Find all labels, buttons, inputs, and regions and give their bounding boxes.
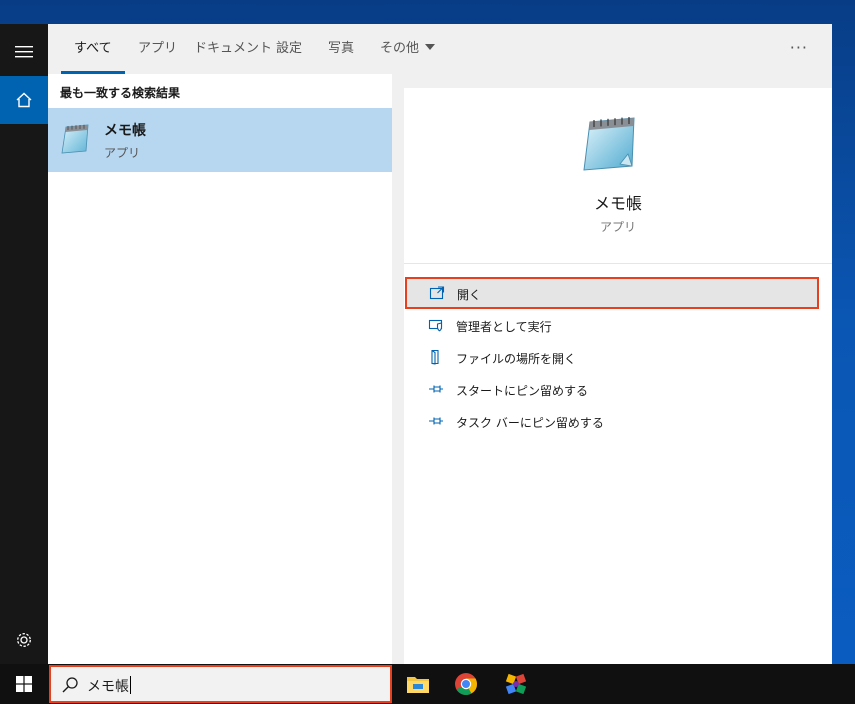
search-box[interactable]: メモ帳 xyxy=(49,665,392,703)
tab-documents[interactable]: ドキュメント xyxy=(194,24,272,74)
notepad-icon xyxy=(61,124,89,154)
tab-photos[interactable]: 写真 xyxy=(328,24,354,74)
settings-button[interactable] xyxy=(0,616,48,664)
action-pin-to-taskbar[interactable]: タスク バーにピン留めする xyxy=(404,405,832,437)
pin-icon xyxy=(429,385,443,393)
app-type: アプリ xyxy=(599,220,636,234)
action-open-file-location[interactable]: ファイルの場所を開く xyxy=(404,341,832,373)
section-label: 最も一致する検索結果 xyxy=(60,86,181,100)
best-match-type: アプリ xyxy=(104,146,141,160)
tab-settings[interactable]: 設定 xyxy=(276,24,302,74)
file-explorer-icon xyxy=(407,677,429,693)
notepad-large-icon xyxy=(583,117,635,171)
open-icon xyxy=(429,286,445,300)
search-icon xyxy=(62,677,78,693)
taskbar-chrome[interactable] xyxy=(446,668,486,700)
chevron-down-icon xyxy=(425,44,436,50)
action-run-as-admin[interactable]: 管理者として実行 xyxy=(404,309,832,341)
app-name: メモ帳 xyxy=(593,194,642,213)
start-rail xyxy=(0,24,48,664)
hamburger-icon xyxy=(15,46,33,58)
pin-icon xyxy=(429,417,443,425)
settings-app-icon xyxy=(505,673,527,695)
text-caret xyxy=(130,676,131,694)
taskbar-app[interactable] xyxy=(496,668,536,700)
home-button[interactable] xyxy=(0,76,48,124)
search-panel: すべて アプリ ドキュメント 設定 写真 その他 ··· 最も一致する検索結果 xyxy=(48,24,832,664)
chrome-icon xyxy=(455,673,477,695)
hamburger-menu-button[interactable] xyxy=(0,28,48,76)
windows-logo-icon xyxy=(16,676,32,692)
action-open[interactable]: 開く xyxy=(405,277,819,309)
filter-tabs: すべて アプリ ドキュメント 設定 写真 その他 ··· xyxy=(48,24,832,74)
taskbar: メモ帳 xyxy=(0,664,855,704)
taskbar-file-explorer[interactable] xyxy=(398,668,438,700)
results-list: 最も一致する検索結果 メモ帳 アプリ xyxy=(48,74,392,664)
gear-icon xyxy=(17,633,31,647)
more-options-button[interactable]: ··· xyxy=(790,38,808,57)
app-detail-pane: メモ帳 アプリ 開く 管理者として実行 ファイルの場所を開く スタートにピン留め… xyxy=(404,88,832,664)
start-button[interactable] xyxy=(0,664,48,704)
tab-more[interactable]: その他 xyxy=(380,24,436,74)
tab-all[interactable]: すべて xyxy=(61,24,125,74)
shield-icon xyxy=(428,319,443,332)
best-match-name: メモ帳 xyxy=(104,123,146,139)
file-location-icon xyxy=(431,349,439,365)
home-icon xyxy=(16,92,32,108)
tab-apps[interactable]: アプリ xyxy=(138,24,177,74)
best-match-item[interactable]: メモ帳 アプリ xyxy=(48,108,392,172)
app-detail-header: メモ帳 アプリ xyxy=(404,88,832,264)
search-input[interactable]: メモ帳 xyxy=(87,676,131,696)
action-pin-to-start[interactable]: スタートにピン留めする xyxy=(404,373,832,405)
